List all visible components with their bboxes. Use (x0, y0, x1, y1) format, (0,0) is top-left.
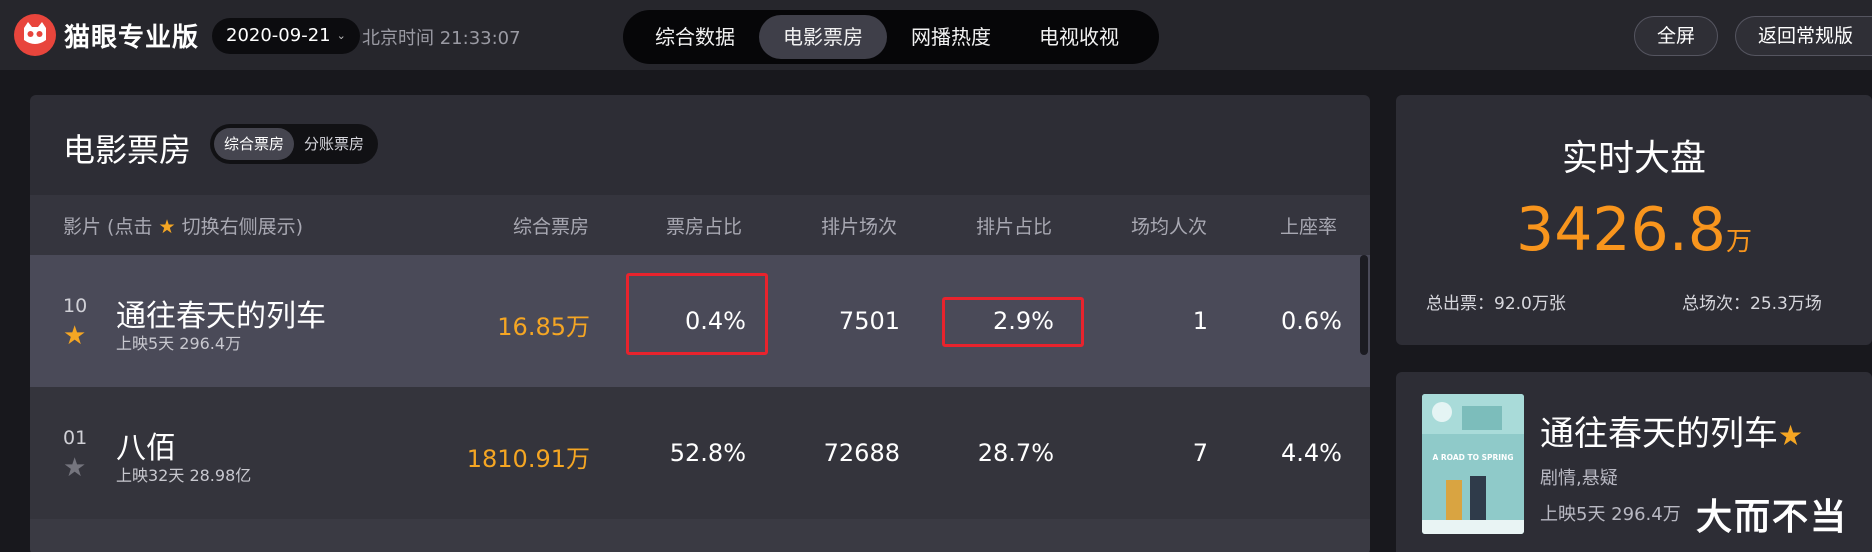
show-share: 28.7% (977, 439, 1054, 467)
panel-title: 电影票房 (63, 131, 192, 169)
date-selector[interactable]: 2020-09-21 ⌄ (212, 18, 360, 54)
avg-people: 1 (1192, 307, 1208, 335)
segment-split[interactable]: 分账票房 (294, 128, 374, 160)
column-show-share: 排片占比 (976, 216, 1053, 238)
time-label: 北京时间 (362, 28, 434, 49)
date-value: 2020-09-21 (226, 25, 331, 46)
film-card[interactable]: A ROAD TO SPRING 通往春天的列车★ 剧情,悬疑 上映5天 296… (1396, 372, 1872, 552)
movie-meta: 上映32天 28.98亿 (116, 466, 252, 485)
realtime-value: 3426.8万 (1396, 195, 1872, 265)
time-value: 21:33:07 (439, 28, 521, 49)
column-shows: 排片场次 (821, 216, 898, 238)
top-bar: 猫眼专业版 2020-09-21 ⌄ 北京时间 21:33:07 综合数据 电影… (0, 0, 1872, 70)
total-tickets: 总出票：92.0万张 (1426, 294, 1566, 314)
film-title-text: 通往春天的列车 (1540, 414, 1778, 454)
main-nav: 综合数据 电影票房 网播热度 电视收视 (623, 10, 1159, 64)
realtime-number: 3426.8 (1516, 195, 1726, 265)
star-icon[interactable]: ★ (63, 323, 89, 349)
table-row[interactable] (30, 519, 1370, 552)
movie-title: 八佰 (116, 431, 176, 466)
film-title: 通往春天的列车★ (1540, 406, 1803, 455)
boxoffice-panel: 电影票房 综合票房 分账票房 影片 (点击 ★ 切换右侧展示) 综合票房 票房占… (30, 95, 1370, 552)
row-rank: 01 (63, 427, 88, 449)
highlight-box (626, 273, 768, 355)
film-meta: 上映5天 296.4万 (1540, 504, 1681, 525)
table-header: 影片 (点击 ★ 切换右侧展示) 综合票房 票房占比 排片场次 排片占比 场均人… (30, 195, 1370, 255)
fullscreen-button[interactable]: 全屏 (1634, 16, 1719, 56)
column-occupancy: 上座率 (1280, 216, 1338, 238)
movie-title: 通往春天的列车 (116, 299, 326, 334)
movie-poster[interactable]: A ROAD TO SPRING (1422, 394, 1524, 534)
realtime-unit: 万 (1725, 227, 1752, 257)
watermark-text: 大而不当 (1696, 497, 1849, 538)
column-film: 影片 (点击 ★ 切换右侧展示) (63, 212, 303, 239)
occupancy: 0.6% (1281, 307, 1342, 335)
total-boxoffice: 1810.91万 (466, 445, 590, 473)
movie-meta: 上映5天 296.4万 (116, 334, 242, 353)
column-avg: 场均人次 (1131, 216, 1208, 238)
cat-logo-icon (14, 14, 56, 56)
highlight-box (942, 297, 1084, 347)
tab-boxoffice[interactable]: 电影票房 (759, 15, 887, 59)
table-row[interactable]: 10 ★ 通往春天的列车 上映5天 296.4万 16.85万 0.4% 750… (30, 255, 1370, 387)
return-button[interactable]: 返回常规版 (1735, 16, 1872, 56)
tab-streaming[interactable]: 网播热度 (887, 15, 1015, 59)
column-total: 综合票房 (513, 216, 590, 238)
film-genre: 剧情,悬疑 (1540, 468, 1618, 489)
boxoffice-segment: 综合票房 分账票房 (210, 124, 379, 164)
segment-total[interactable]: 综合票房 (214, 128, 295, 160)
tab-overview[interactable]: 综合数据 (631, 15, 759, 59)
star-icon: ★ (158, 216, 176, 238)
table-row[interactable]: 01 ★ 八佰 上映32天 28.98亿 1810.91万 52.8% 7268… (30, 387, 1370, 519)
total-shows: 总场次：25.3万场 (1682, 294, 1822, 314)
star-icon[interactable]: ★ (1778, 419, 1803, 452)
poster-title: A ROAD TO SPRING (1432, 453, 1513, 462)
boxoffice-share: 52.8% (669, 439, 746, 467)
column-share: 票房占比 (666, 216, 743, 238)
brand-name: 猫眼专业版 (64, 22, 200, 53)
chevron-down-icon: ⌄ (336, 29, 346, 42)
avg-people: 7 (1192, 439, 1208, 467)
total-boxoffice: 16.85万 (497, 313, 590, 341)
brand-logo[interactable]: 猫眼专业版 (14, 14, 199, 56)
column-film-prefix: 影片 (点击 (63, 216, 153, 238)
star-icon[interactable]: ★ (63, 455, 89, 481)
row-rank: 10 (63, 295, 88, 317)
realtime-panel: 实时大盘 3426.8万 总出票：92.0万张 总场次：25.3万场 (1396, 95, 1872, 345)
show-count: 7501 (838, 307, 900, 335)
occupancy: 4.4% (1281, 439, 1342, 467)
scrollbar[interactable] (1360, 255, 1368, 355)
show-count: 72688 (823, 439, 900, 467)
column-film-suffix: 切换右侧展示) (181, 216, 304, 238)
realtime-title: 实时大盘 (1561, 138, 1706, 179)
beijing-time: 北京时间 21:33:07 (362, 24, 521, 50)
tab-tv[interactable]: 电视收视 (1015, 15, 1143, 59)
